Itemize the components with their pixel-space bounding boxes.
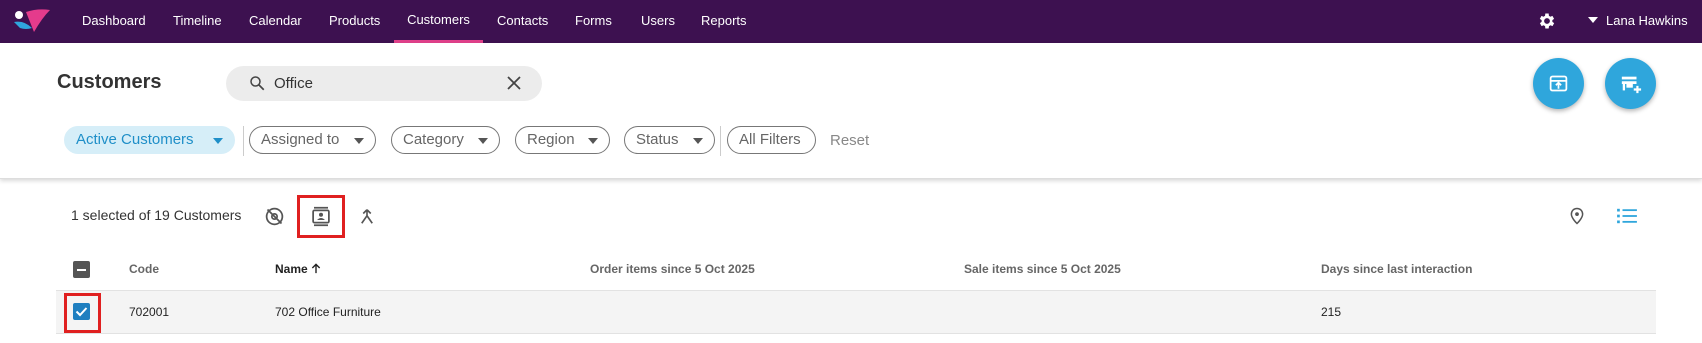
caret-down-icon: [588, 138, 598, 144]
add-customer-button[interactable]: [1605, 58, 1656, 109]
user-menu[interactable]: Lana Hawkins: [1588, 0, 1688, 43]
caret-down-icon: [354, 138, 364, 144]
nav-item-reports[interactable]: Reports: [701, 0, 747, 43]
archive-upload-icon: [1549, 75, 1568, 92]
filter-chip-label: Region: [527, 131, 575, 148]
select-all-checkbox[interactable]: [73, 261, 90, 278]
nav-item-contacts[interactable]: Contacts: [497, 0, 548, 43]
search-input[interactable]: Office: [274, 75, 313, 92]
filter-chip-active-customers[interactable]: Active Customers: [64, 126, 235, 154]
nav-item-forms[interactable]: Forms: [575, 0, 612, 43]
top-nav-bar: Dashboard Timeline Calendar Products Cus…: [0, 0, 1702, 43]
caret-down-icon: [1588, 16, 1598, 23]
nav-item-calendar[interactable]: Calendar: [249, 0, 302, 43]
filter-chip-label: Status: [636, 131, 679, 148]
column-header-code[interactable]: Code: [129, 262, 159, 276]
row-checkbox[interactable]: [73, 303, 90, 320]
close-icon[interactable]: [506, 75, 522, 91]
filter-chip-label: Assigned to: [261, 131, 340, 148]
store-add-icon: [1621, 76, 1642, 94]
search-icon: [250, 76, 265, 91]
location-off-icon[interactable]: [264, 206, 285, 227]
filter-chip-category[interactable]: Category: [391, 126, 500, 154]
column-header-label: Name: [275, 262, 308, 276]
page-header: Customers Office Active Customers Assign…: [0, 43, 1702, 179]
user-name: Lana Hawkins: [1606, 13, 1688, 28]
page-title: Customers: [57, 71, 162, 93]
caret-down-icon: [478, 138, 488, 144]
gear-icon[interactable]: [1537, 11, 1557, 31]
divider: [243, 126, 244, 156]
caret-down-icon: [693, 138, 703, 144]
nav-item-dashboard[interactable]: Dashboard: [82, 0, 146, 43]
merge-icon[interactable]: [358, 206, 376, 227]
filter-chip-label: Active Customers: [76, 131, 194, 148]
contact-card-icon[interactable]: [310, 206, 332, 227]
filter-chip-label: Category: [403, 131, 464, 148]
filter-chip-region[interactable]: Region: [515, 126, 610, 154]
filter-chip-label: All Filters: [739, 131, 801, 148]
caret-down-icon: [213, 138, 223, 144]
column-header-days-since-interaction[interactable]: Days since last interaction: [1321, 262, 1472, 276]
filter-chip-all-filters[interactable]: All Filters: [727, 126, 816, 154]
search-field[interactable]: Office: [226, 66, 542, 101]
column-header-order-items[interactable]: Order items since 5 Oct 2025: [590, 262, 755, 276]
sort-ascending-icon: [311, 263, 321, 274]
filter-chip-status[interactable]: Status: [624, 126, 715, 154]
cell-days-since-interaction: 215: [1321, 305, 1342, 319]
export-button[interactable]: [1533, 58, 1584, 109]
app-logo-icon[interactable]: [12, 6, 52, 36]
nav-item-customers[interactable]: Customers: [394, 0, 483, 43]
selection-count: 1 selected of 19 Customers: [71, 207, 242, 223]
minus-icon: [77, 268, 86, 271]
list-view-icon[interactable]: [1616, 207, 1638, 225]
nav-item-products[interactable]: Products: [329, 0, 380, 43]
column-header-name[interactable]: Name: [275, 262, 321, 276]
divider: [720, 126, 721, 156]
column-header-sale-items[interactable]: Sale items since 5 Oct 2025: [964, 262, 1121, 276]
cell-name[interactable]: 702 Office Furniture: [275, 305, 381, 319]
map-pin-icon[interactable]: [1568, 205, 1586, 227]
nav-item-timeline[interactable]: Timeline: [173, 0, 222, 43]
nav-item-users[interactable]: Users: [641, 0, 675, 43]
cell-code: 702001: [129, 305, 170, 319]
filter-chip-assigned-to[interactable]: Assigned to: [249, 126, 376, 154]
reset-filters-link[interactable]: Reset: [830, 132, 869, 149]
checkmark-icon: [75, 307, 88, 317]
